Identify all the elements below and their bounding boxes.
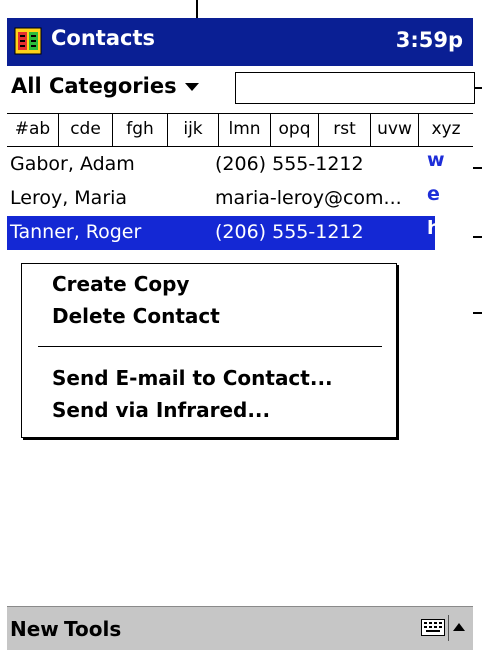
contact-row[interactable]: Gabor, Adam (206) 555-1212 w [7,148,445,182]
clock[interactable]: 3:59p [396,28,463,52]
delete-contact-menu-item[interactable]: Delete Contact [52,304,220,328]
menu-separator [38,346,382,347]
contact-detail: (206) 555-1212 [215,153,364,175]
contact-type-indicator[interactable]: e [427,183,440,205]
context-menu: Create Copy Delete Contact Send E-mail t… [21,263,397,438]
category-bar: All Categories [7,66,475,110]
send-email-menu-item[interactable]: Send E-mail to Contact... [52,366,333,390]
letter-tab[interactable]: #ab [7,114,59,146]
contact-type-indicator[interactable]: w [427,149,445,171]
sip-up-arrow-icon[interactable] [453,623,465,631]
letter-tab[interactable]: opq [271,114,319,146]
contact-name: Tanner, Roger [10,221,142,243]
letter-tabs: #ab cde fgh ijk lmn opq rst uvw xyz [7,113,473,147]
contacts-app-icon[interactable] [13,26,43,56]
letter-tab[interactable]: fgh [113,114,168,146]
contact-detail: (206) 555-1212 [215,221,364,243]
new-menu[interactable]: New [10,617,59,641]
contact-type-indicator[interactable]: h [427,217,441,239]
create-copy-menu-item[interactable]: Create Copy [52,272,189,296]
letter-tab[interactable]: rst [319,114,371,146]
tools-menu[interactable]: Tools [64,617,121,641]
contact-name: Leroy, Maria [10,187,128,209]
title-bar: Contacts 3:59p [7,18,473,66]
contact-row[interactable]: Leroy, Maria maria-leroy@com... e [7,182,440,216]
keyboard-icon[interactable] [421,619,445,636]
find-input[interactable] [235,72,475,104]
sip-divider [448,615,449,641]
letter-tab[interactable]: uvw [371,114,419,146]
contact-detail: maria-leroy@com... [215,187,402,209]
send-infrared-menu-item[interactable]: Send via Infrared... [52,398,270,422]
device-screen: Contacts 3:59p All Categories #ab cde fg… [7,18,475,650]
letter-tab[interactable]: xyz [419,114,473,146]
letter-tab[interactable]: ijk [168,114,219,146]
triangle-down-icon [184,83,199,91]
menu-bar: New Tools [7,606,473,650]
category-dropdown[interactable]: All Categories [11,74,199,98]
contact-list: Gabor, Adam (206) 555-1212 w Leroy, Mari… [7,148,473,250]
letter-tab[interactable]: lmn [219,114,271,146]
category-label: All Categories [11,74,177,98]
app-title: Contacts [51,26,155,50]
contact-row-selected[interactable]: Tanner, Roger (206) 555-1212 h [7,216,441,250]
letter-tab[interactable]: cde [59,114,113,146]
contact-name: Gabor, Adam [10,153,135,175]
